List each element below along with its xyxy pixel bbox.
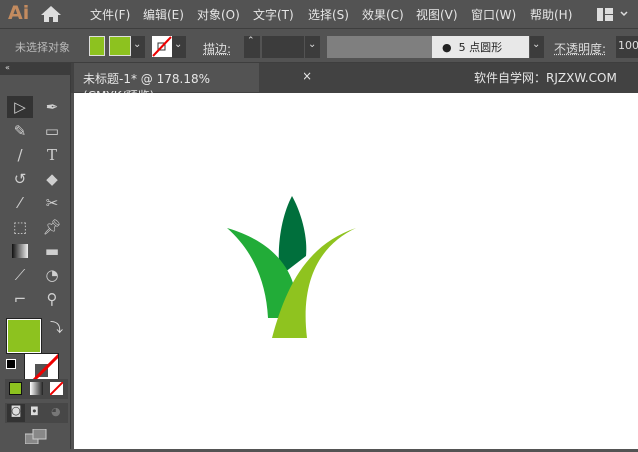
opacity-colon: : xyxy=(602,42,607,56)
width-tool-icon[interactable]: ⁄ xyxy=(8,192,32,214)
fill-color-button[interactable] xyxy=(109,36,131,56)
zoom-tool-icon[interactable]: ⚲ xyxy=(40,288,64,310)
menu-help[interactable]: 帮助(H) xyxy=(530,6,572,23)
document-tab[interactable]: 未标题-1* @ 178.18% (CMYK/预览)× xyxy=(74,63,312,103)
rectangle-tool-icon[interactable]: ▭ xyxy=(40,120,64,142)
none-mode-icon[interactable] xyxy=(50,382,63,395)
selection-tool-icon[interactable]: ▷ xyxy=(8,96,32,118)
watermark: 软件自学网：RJZXW.COM xyxy=(474,71,617,85)
stroke-colon: : xyxy=(227,42,232,56)
menu-view[interactable]: 视图(V) xyxy=(416,6,458,23)
pin-tool-icon[interactable]: 📌︎ xyxy=(40,216,64,238)
eraser-tool-icon[interactable]: ◆ xyxy=(40,168,64,190)
brush-value: 5 点圆形 xyxy=(458,41,503,54)
toolbar: « ▷ ✒ ✎ ▭ / T ↺ ◆ ⁄ ✂ ⬚ 📌︎ ▬ ⟋ ◔ ⌐ ⚲ ⤵ ◙… xyxy=(0,63,71,449)
menu-effect[interactable]: 效果(C) xyxy=(362,6,404,23)
menu-file[interactable]: 文件(F) xyxy=(90,6,130,23)
opacity-value: 100 xyxy=(618,39,638,52)
brush-select[interactable]: ● 5 点圆形 xyxy=(436,36,529,58)
eyedropper-tool-icon[interactable]: ⟋ xyxy=(8,264,32,286)
type-tool-icon[interactable]: T xyxy=(40,144,64,166)
measure-tool-icon[interactable]: ▬ xyxy=(40,240,64,262)
workspace-switcher-icon[interactable] xyxy=(597,8,631,21)
menu-bar: Ai 文件(F) 编辑(E) 对象(O) 文字(T) 选择(S) 效果(C) 视… xyxy=(0,0,638,29)
gradient-tool-icon[interactable] xyxy=(8,240,32,262)
fill-swatch[interactable] xyxy=(89,36,105,56)
stroke-weight-stepper[interactable]: ⌃ xyxy=(244,36,260,58)
opacity-input[interactable]: 100 xyxy=(616,36,638,58)
grass-logo-artwork[interactable] xyxy=(74,93,638,449)
menu-window[interactable]: 窗口(W) xyxy=(471,6,516,23)
stroke-weight-input[interactable] xyxy=(262,36,304,58)
draw-behind-icon[interactable]: ◘ xyxy=(30,405,39,418)
artboard-tool-icon[interactable]: ⌐ xyxy=(8,288,32,310)
menu-object[interactable]: 对象(O) xyxy=(197,6,240,23)
stroke-weight-dropdown[interactable]: ⌄ xyxy=(305,36,320,58)
opacity-label: 不透明度: xyxy=(554,40,606,57)
shape-builder-tool-icon[interactable]: ◔ xyxy=(40,264,64,286)
free-transform-tool-icon[interactable]: ⬚ xyxy=(8,216,32,238)
rotate-tool-icon[interactable]: ↺ xyxy=(8,168,32,190)
menu-select[interactable]: 选择(S) xyxy=(308,6,349,23)
paintbrush-tool-icon[interactable]: / xyxy=(8,144,32,166)
stroke-none-swatch[interactable] xyxy=(152,36,172,57)
selection-status: 未选择对象 xyxy=(15,41,70,54)
default-colors-icon[interactable] xyxy=(6,359,16,369)
stroke-label: 描边: xyxy=(203,40,231,57)
stroke-dropdown[interactable]: ⌄ xyxy=(172,36,186,58)
fill-color-box[interactable] xyxy=(6,318,42,354)
home-icon[interactable] xyxy=(40,5,62,23)
brush-dropdown[interactable]: ⌄ xyxy=(530,36,544,58)
scissors-tool-icon[interactable]: ✂ xyxy=(40,192,64,214)
menu-type[interactable]: 文字(T) xyxy=(253,6,294,23)
swap-colors-icon[interactable]: ⤵ xyxy=(50,317,63,336)
opacity-label-text: 不透明度 xyxy=(554,42,603,56)
draw-inside-icon[interactable]: ◕ xyxy=(51,405,61,418)
gradient-mode-icon[interactable] xyxy=(30,382,43,395)
direct-selection-pen-icon[interactable]: ✒ xyxy=(40,96,64,118)
artboard-canvas[interactable] xyxy=(74,93,638,449)
color-mode-icon[interactable] xyxy=(9,382,22,395)
curvature-tool-icon[interactable]: ✎ xyxy=(8,120,32,142)
stroke-label-text: 描边 xyxy=(203,42,228,56)
menu-edit[interactable]: 编辑(E) xyxy=(143,6,184,23)
draw-normal-icon[interactable]: ◙ xyxy=(7,404,25,422)
app-logo: Ai xyxy=(8,2,30,24)
fill-dropdown[interactable]: ⌄ xyxy=(131,36,145,58)
collapse-panel-button[interactable]: « xyxy=(0,63,71,75)
screen-mode-icon[interactable] xyxy=(25,429,47,444)
